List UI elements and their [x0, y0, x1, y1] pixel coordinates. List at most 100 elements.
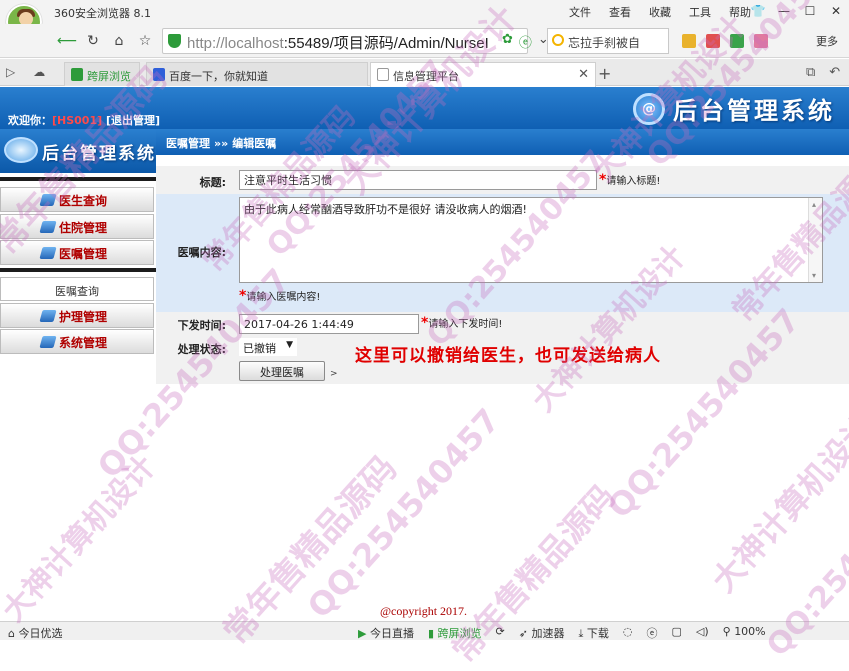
title-input[interactable] — [239, 170, 597, 190]
content-textarea[interactable]: 由于此病人经常酗酒导致肝功不是很好 请没收病人的烟酒! — [239, 197, 823, 283]
compat-icon[interactable]: ⓔ — [519, 32, 532, 51]
browser-navbar: ⟵ ↻ ⌂ ☆ http://localhost:55489/项目源码/Admi… — [0, 24, 849, 58]
system-logo: @ 后台管理系统 — [633, 91, 835, 126]
home-icon[interactable]: ⌂ — [108, 30, 130, 52]
title-label: 标题: — [199, 176, 226, 189]
download-icon: ⤓ — [578, 627, 584, 640]
status-zoom[interactable]: ⚲ 100% — [723, 625, 766, 641]
minimize-icon[interactable]: — — [771, 0, 797, 22]
extension-icon[interactable] — [730, 34, 744, 48]
status-sync-icon[interactable]: ⟳ — [496, 625, 505, 641]
restore-tabs-icon[interactable]: ⧉ — [806, 65, 815, 80]
shield-icon — [168, 34, 181, 48]
status-clean-icon[interactable]: ◌ — [623, 625, 633, 641]
more-button[interactable]: 更多 — [816, 33, 838, 49]
sidebar-item-order-query[interactable]: 医嘱查询 — [0, 277, 154, 301]
tab-info-platform[interactable]: 信息管理平台 ✕ — [370, 62, 596, 87]
browser-title: 360安全浏览器 8.1 — [54, 7, 151, 20]
content-row: 医嘱内容: 由于此病人经常酗酒导致肝功不是很好 请没收病人的烟酒! *请输入医嘱… — [156, 194, 849, 312]
sidebar-item-inpatient[interactable]: 住院管理 — [0, 214, 154, 239]
sidebar-item-orders[interactable]: 医嘱管理 — [0, 240, 154, 265]
tab-cross-screen[interactable]: 跨屏浏览 — [64, 62, 140, 86]
logo-ring-icon: @ — [633, 92, 665, 125]
speed-icon[interactable]: ✿ — [502, 32, 513, 51]
watermark: QQ:254540457 — [300, 401, 508, 626]
sidebar-item-nursing[interactable]: 护理管理 — [0, 303, 154, 328]
logout-link[interactable]: [退出管理] — [106, 114, 160, 127]
process-order-button[interactable]: 处理医嘱 — [239, 361, 325, 381]
status-left[interactable]: ⌂ 今日优选 — [8, 625, 62, 641]
search-box[interactable]: 忘拉手刹被自 — [547, 28, 669, 54]
time-hint-wrap: *请输入下发时间! — [421, 315, 502, 331]
sidebar-toggle-icon[interactable]: ▷ — [6, 65, 15, 79]
phone-icon — [71, 68, 83, 81]
system-title: 后台管理系统 — [673, 97, 835, 125]
status-ie-icon[interactable]: ⓔ — [646, 625, 657, 641]
menu-view[interactable]: 查看 — [600, 4, 640, 20]
time-label: 下发时间: — [177, 319, 226, 332]
status-accelerator[interactable]: ➶ 加速器 — [519, 625, 565, 641]
title-row: 标题: *请输入标题! — [156, 166, 849, 194]
breadcrumb: 医嘱管理 »» 编辑医嘱 — [156, 129, 849, 155]
sidebar: 后台管理系统 医生查询 住院管理 医嘱管理 医嘱查询 护理管理 系统管理 — [0, 129, 156, 599]
menu-item-icon — [39, 221, 57, 233]
window-controls: 👕 — ☐ ✕ — [745, 0, 849, 22]
welcome-bar: 欢迎你：[HS001] [退出管理] — [8, 112, 160, 128]
status-select[interactable]: 已撤销 ▼ — [239, 338, 297, 356]
address-bar[interactable]: http://localhost:55489/项目源码/Admin/NurseI — [162, 28, 528, 54]
status-screen-icon[interactable]: ▢ — [671, 625, 681, 641]
close-icon[interactable]: ✕ — [823, 0, 849, 22]
menu-item-icon — [39, 336, 57, 348]
tab-left-tools: ▷ ☁ — [6, 65, 45, 79]
new-tab-icon[interactable]: + — [598, 64, 611, 83]
back-icon[interactable]: ⟵ — [56, 30, 78, 52]
menu-item-icon — [39, 247, 57, 259]
page-icon — [377, 68, 389, 81]
sidebar-divider — [0, 268, 156, 272]
tab-label: 跨屏浏览 — [87, 70, 131, 83]
undo-icon[interactable]: ↶ — [829, 65, 840, 80]
shirt-icon[interactable]: 👕 — [745, 0, 771, 22]
status-download[interactable]: ⤓ 下载 — [578, 625, 608, 641]
title-hint-wrap: *请输入标题! — [599, 172, 660, 188]
mail-icon[interactable] — [706, 34, 720, 48]
menu-favorites[interactable]: 收藏 — [640, 4, 680, 20]
user-id: [HS001] — [52, 114, 103, 127]
baidu-icon — [153, 68, 165, 81]
sidebar-item-doctor-query[interactable]: 医生查询 — [0, 187, 154, 212]
menu-tools[interactable]: 工具 — [680, 4, 720, 20]
menu-file[interactable]: 文件 — [560, 4, 600, 20]
status-live[interactable]: ▶ 今日直播 — [358, 625, 414, 641]
url-path: :55489/项目源码/Admin/NurseI — [283, 35, 489, 52]
apps-icon[interactable] — [682, 34, 696, 48]
breadcrumb-page: 编辑医嘱 — [232, 137, 277, 150]
status-sound-icon[interactable]: ◁) — [696, 625, 709, 641]
status-cross-screen[interactable]: ▮ 跨屏浏览 — [428, 625, 482, 641]
status-label: 今日直播 — [369, 627, 414, 640]
content-text: 由于此病人经常酗酒导致肝功不是很好 请没收病人的烟酒! — [244, 203, 527, 216]
status-tools: ▶ 今日直播 ▮ 跨屏浏览 ⟳ ➶ 加速器 ⤓ 下载 ◌ ⓔ ▢ ◁) ⚲ 10… — [358, 625, 766, 641]
cloud-icon[interactable]: ☁ — [33, 65, 45, 79]
tab-baidu[interactable]: 百度一下，你就知道 — [146, 62, 368, 86]
close-tab-icon[interactable]: ✕ — [578, 67, 589, 82]
tab-label: 百度一下，你就知道 — [169, 70, 268, 83]
browser-titlebar: 360安全浏览器 8.1 文件 查看 收藏 工具 帮助 👕 — ☐ ✕ — [0, 0, 849, 24]
textarea-scrollbar[interactable] — [808, 198, 822, 282]
status-label: 下载 — [586, 627, 609, 640]
sidebar-logo: 后台管理系统 — [0, 129, 156, 173]
refresh-icon[interactable]: ↻ — [82, 30, 104, 52]
watermark: 大神计算机设计 — [704, 407, 849, 600]
time-input[interactable] — [239, 314, 419, 334]
sidebar-item-system[interactable]: 系统管理 — [0, 329, 154, 354]
font-icon[interactable] — [754, 34, 768, 48]
menu-item-icon — [39, 310, 57, 322]
menu-item-icon — [39, 194, 57, 206]
maximize-icon[interactable]: ☐ — [797, 0, 823, 22]
watermark: 常年售精品源码 — [444, 477, 623, 670]
phone-icon: ▮ — [427, 627, 435, 640]
star-icon[interactable]: ☆ — [134, 30, 156, 52]
chevron-down-icon: ▼ — [286, 340, 293, 350]
content-hint-wrap: *请输入医嘱内容! — [239, 288, 320, 304]
search-text: 忘拉手刹被自 — [568, 36, 641, 50]
breadcrumb-section[interactable]: 医嘱管理 — [166, 137, 210, 150]
